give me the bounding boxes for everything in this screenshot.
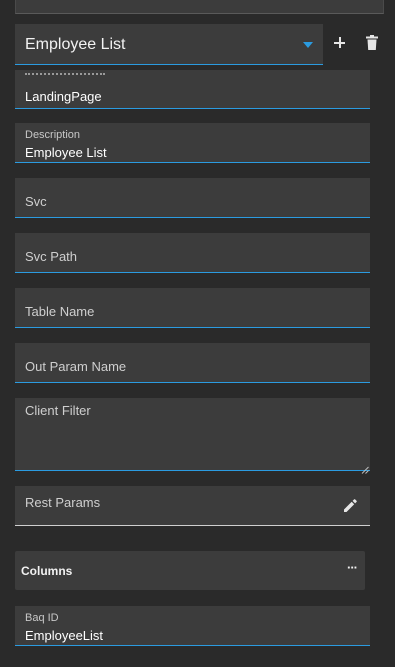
table-name-label: Table Name (25, 304, 95, 319)
svc-field[interactable]: Svc (15, 178, 370, 218)
columns-panel-title: Columns (21, 564, 73, 578)
chevron-down-icon (303, 42, 313, 48)
svc-label: Svc (25, 194, 47, 209)
resize-grip-icon[interactable] (361, 461, 369, 474)
view-selector-value: Employee List (25, 36, 126, 53)
out-param-name-field[interactable]: Out Param Name (15, 343, 370, 383)
client-filter-textarea[interactable]: Client Filter (15, 398, 370, 474)
description-value: Employee List (25, 145, 107, 160)
description-label: Description (25, 129, 81, 141)
landing-page-value: LandingPage (25, 89, 102, 104)
landing-page-label-clipped (25, 73, 105, 78)
columns-panel-header[interactable]: Columns ··· (15, 551, 365, 590)
svc-path-field[interactable]: Svc Path (15, 233, 370, 273)
rest-params-label: Rest Params (25, 495, 101, 510)
client-filter-label: Client Filter (25, 403, 91, 418)
landing-page-field[interactable]: LandingPage (15, 70, 370, 109)
pencil-icon[interactable] (343, 498, 358, 513)
previous-field[interactable] (15, 0, 384, 14)
view-selector-dropdown[interactable]: Employee List (15, 24, 323, 65)
table-name-field[interactable]: Table Name (15, 288, 370, 328)
rest-params-field[interactable]: Rest Params (15, 486, 370, 526)
baq-id-field[interactable]: Baq ID EmployeeList (15, 606, 370, 646)
svc-path-label: Svc Path (25, 249, 78, 264)
more-horizontal-icon[interactable]: ··· (347, 560, 358, 575)
description-field[interactable]: Description Employee List (15, 123, 370, 163)
plus-icon[interactable] (333, 36, 347, 50)
trash-icon[interactable] (365, 35, 379, 51)
properties-panel: Employee List LandingPage Description Em… (0, 0, 395, 667)
baq-id-label: Baq ID (25, 612, 59, 624)
out-param-name-label: Out Param Name (25, 359, 127, 374)
baq-id-value: EmployeeList (25, 628, 104, 643)
